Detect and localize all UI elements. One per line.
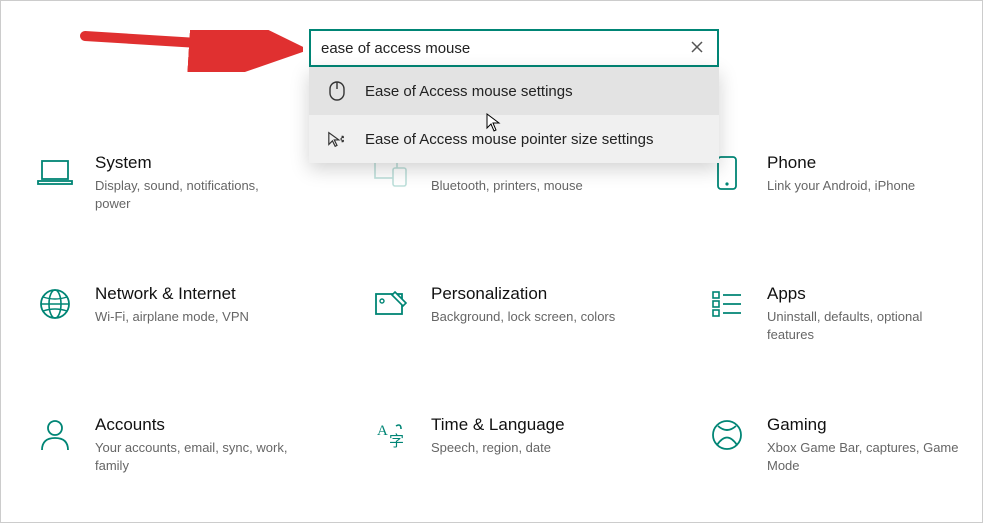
- svg-text:A: A: [377, 423, 388, 439]
- search-container: Ease of Access mouse settings Ease of Ac…: [309, 29, 719, 163]
- category-title: Network & Internet: [95, 284, 249, 304]
- category-desc: Link your Android, iPhone: [767, 177, 915, 195]
- person-icon: [35, 415, 75, 455]
- category-desc: Speech, region, date: [431, 439, 565, 457]
- category-desc: Uninstall, defaults, optional features: [767, 308, 967, 343]
- globe-icon: [35, 284, 75, 324]
- close-icon: [691, 41, 703, 53]
- search-suggestion-label: Ease of Access mouse settings: [365, 83, 573, 100]
- category-phone[interactable]: Phone Link your Android, iPhone: [707, 153, 983, 212]
- category-title: Gaming: [767, 415, 967, 435]
- personalization-icon: [371, 284, 411, 324]
- settings-categories: System Display, sound, notifications, po…: [35, 153, 982, 474]
- category-desc: Xbox Game Bar, captures, Game Mode: [767, 439, 967, 474]
- category-desc: Display, sound, notifications, power: [95, 177, 295, 212]
- category-desc: Bluetooth, printers, mouse: [431, 177, 583, 195]
- pointer-size-icon: [327, 129, 347, 149]
- category-desc: Background, lock screen, colors: [431, 308, 615, 326]
- cursor-icon: [486, 113, 502, 133]
- apps-icon: [707, 284, 747, 324]
- category-system[interactable]: System Display, sound, notifications, po…: [35, 153, 351, 212]
- search-suggestions: Ease of Access mouse settings Ease of Ac…: [309, 67, 719, 163]
- category-title: Accounts: [95, 415, 295, 435]
- search-suggestion-item[interactable]: Ease of Access mouse settings: [309, 67, 719, 115]
- language-icon: A字: [371, 415, 411, 455]
- category-gaming[interactable]: Gaming Xbox Game Bar, captures, Game Mod…: [707, 415, 983, 474]
- laptop-icon: [35, 153, 75, 193]
- category-time-language[interactable]: A字 Time & Language Speech, region, date: [371, 415, 687, 474]
- category-title: Personalization: [431, 284, 615, 304]
- category-network[interactable]: Network & Internet Wi-Fi, airplane mode,…: [35, 284, 351, 343]
- category-desc: Your accounts, email, sync, work, family: [95, 439, 295, 474]
- search-suggestion-label: Ease of Access mouse pointer size settin…: [365, 131, 653, 148]
- search-suggestion-item[interactable]: Ease of Access mouse pointer size settin…: [309, 115, 719, 163]
- mouse-icon: [327, 81, 347, 101]
- search-input[interactable]: [321, 40, 687, 57]
- category-personalization[interactable]: Personalization Background, lock screen,…: [371, 284, 687, 343]
- category-title: Time & Language: [431, 415, 565, 435]
- clear-search-button[interactable]: [687, 40, 707, 56]
- annotation-arrow: [79, 30, 303, 72]
- category-title: Apps: [767, 284, 967, 304]
- xbox-icon: [707, 415, 747, 455]
- category-accounts[interactable]: Accounts Your accounts, email, sync, wor…: [35, 415, 351, 474]
- category-apps[interactable]: Apps Uninstall, defaults, optional featu…: [707, 284, 983, 343]
- category-title: Phone: [767, 153, 915, 173]
- category-title: System: [95, 153, 295, 173]
- category-desc: Wi-Fi, airplane mode, VPN: [95, 308, 249, 326]
- svg-text:字: 字: [389, 433, 404, 450]
- search-box[interactable]: [309, 29, 719, 67]
